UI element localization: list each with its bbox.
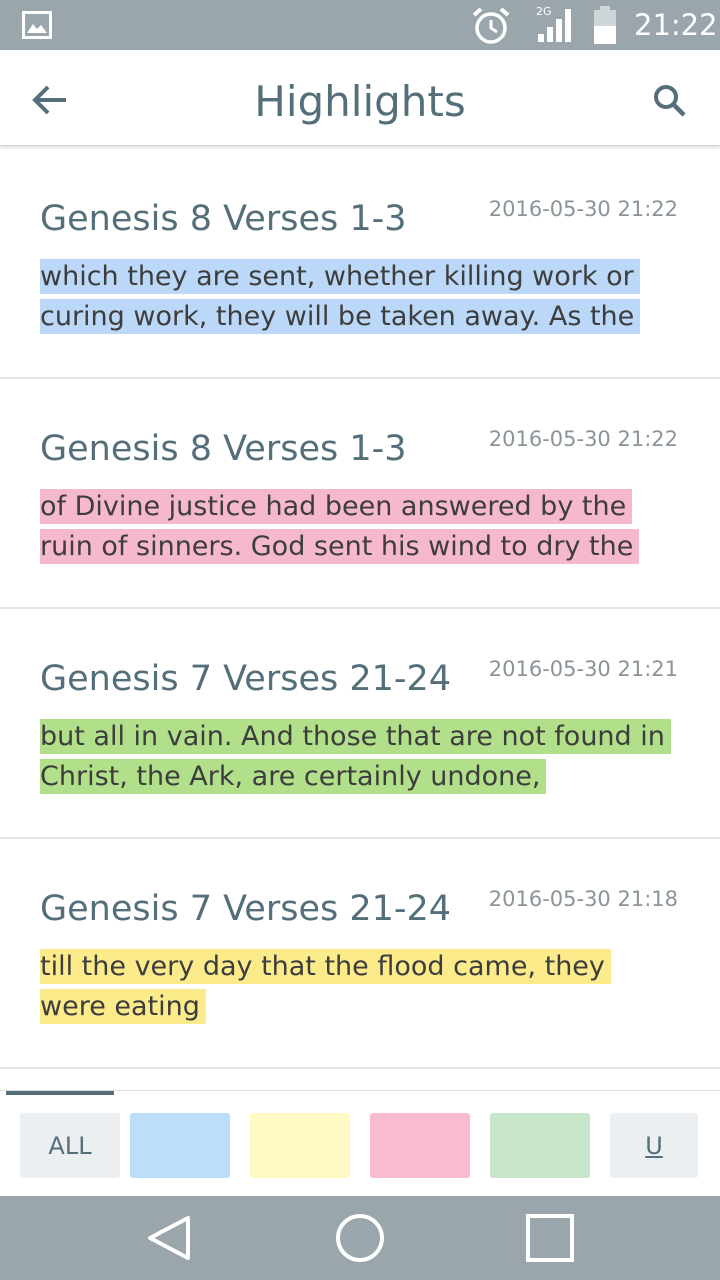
battery-icon (594, 6, 616, 44)
nav-home-button[interactable] (332, 1210, 388, 1266)
highlight-item[interactable]: Genesis 8 Verses 1-3 2016-05-30 21:22 wh… (0, 149, 720, 379)
highlight-item[interactable]: Genesis 8 Verses 1-3 2016-05-30 21:22 of… (0, 379, 720, 609)
highlight-text-mark: but all in vain. And those that are not … (40, 719, 671, 794)
signal-icon: 2G (536, 5, 571, 42)
highlight-reference: Genesis 8 Verses 1-3 (40, 429, 407, 469)
selected-filter-indicator (6, 1091, 114, 1095)
highlight-item[interactable]: Genesis 7 Verses 21-24 2016-05-30 21:18 … (0, 839, 720, 1069)
filter-blue-button[interactable] (130, 1113, 230, 1178)
highlight-text: till the very day that the flood came, t… (40, 947, 665, 1027)
nav-back-button[interactable] (142, 1210, 198, 1266)
back-triangle-icon (148, 1216, 190, 1260)
highlight-reference: Genesis 7 Verses 21-24 (40, 889, 452, 929)
system-nav-bar (0, 1196, 720, 1280)
highlight-text: of Divine justice had been answered by t… (40, 487, 665, 567)
highlight-text: but all in vain. And those that are not … (40, 717, 671, 797)
filter-yellow-button[interactable] (250, 1113, 350, 1178)
highlight-item[interactable]: Genesis 7 Verses 21-24 2016-05-30 21:21 … (0, 609, 720, 839)
highlight-list: Genesis 8 Verses 1-3 2016-05-30 21:22 wh… (0, 149, 720, 1069)
nav-recents-button[interactable] (522, 1210, 578, 1266)
highlight-text-mark: which they are sent, whether killing wor… (40, 259, 641, 334)
image-icon (22, 11, 52, 39)
highlight-reference: Genesis 8 Verses 1-3 (40, 199, 407, 239)
highlight-reference: Genesis 7 Verses 21-24 (40, 659, 452, 699)
highlight-date: 2016-05-30 21:21 (488, 657, 678, 681)
highlight-text: which they are sent, whether killing wor… (40, 257, 665, 337)
recents-square-icon (526, 1214, 574, 1262)
status-bar: 2G 21:22 (0, 0, 720, 50)
home-circle-icon (336, 1214, 384, 1262)
search-button[interactable] (650, 81, 690, 121)
network-type-label: 2G (536, 5, 552, 18)
highlight-date: 2016-05-30 21:22 (488, 427, 678, 451)
highlight-date: 2016-05-30 21:18 (488, 887, 678, 911)
filter-green-button[interactable] (490, 1113, 590, 1178)
filter-all-button[interactable]: ALL (20, 1113, 120, 1178)
alarm-icon (472, 7, 510, 44)
page-title: Highlights (254, 77, 466, 126)
highlight-text-mark: of Divine justice had been answered by t… (40, 489, 640, 564)
highlight-date: 2016-05-30 21:22 (488, 197, 678, 221)
color-filter-bar: ALL U (0, 1090, 720, 1197)
filter-underline-button[interactable]: U (610, 1113, 698, 1178)
status-clock: 21:22 (634, 8, 718, 42)
search-icon (654, 85, 686, 117)
highlight-text-mark: till the very day that the flood came, t… (40, 949, 611, 1024)
filter-pink-button[interactable] (370, 1113, 470, 1178)
app-bar: Highlights (0, 50, 720, 146)
